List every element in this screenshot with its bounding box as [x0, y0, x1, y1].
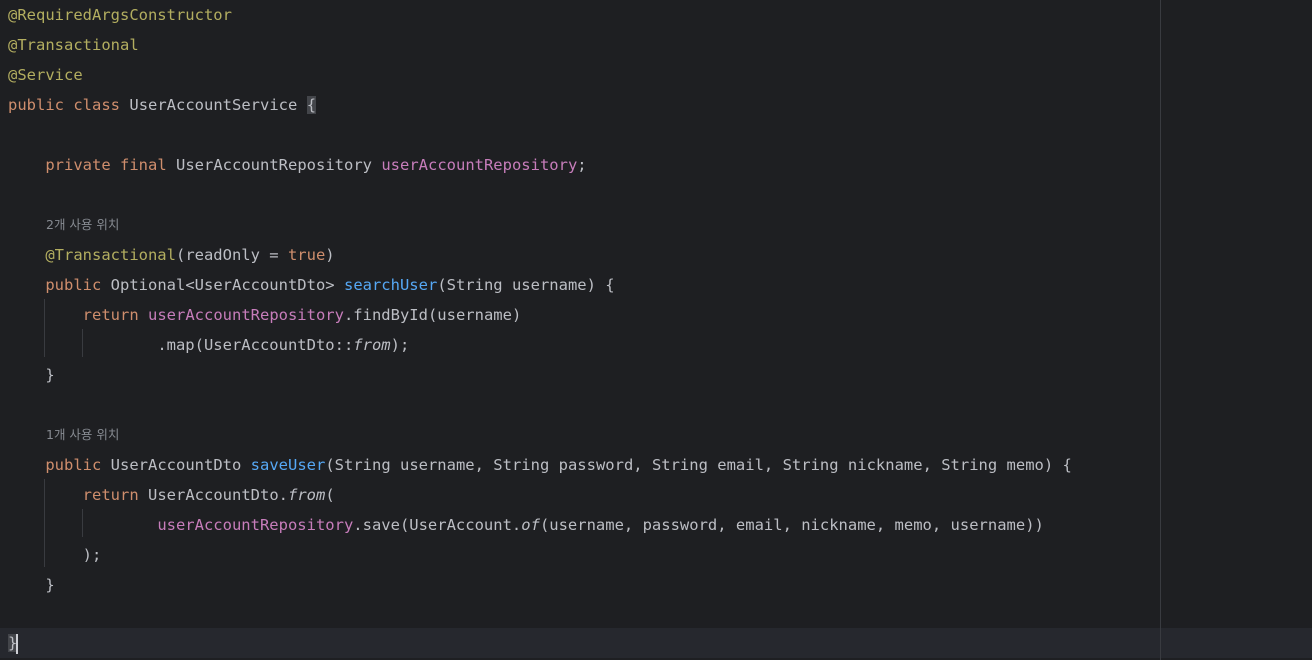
- method-call: .save(UserAccount.: [353, 516, 522, 534]
- code-line-21[interactable]: }: [8, 628, 19, 658]
- code-line-3[interactable]: @Service: [8, 60, 83, 90]
- code-line-18[interactable]: );: [8, 540, 102, 570]
- right-margin-guide: [1160, 0, 1161, 660]
- current-line-highlight: [0, 628, 1312, 658]
- method-params: (String username, String password, Strin…: [325, 456, 1072, 474]
- method-call: .map(UserAccountDto::: [157, 336, 354, 354]
- code-line-9[interactable]: public Optional<UserAccountDto> searchUs…: [8, 270, 615, 300]
- method-name: saveUser: [250, 456, 326, 474]
- closing-brace: }: [45, 576, 55, 594]
- keyword: class: [73, 96, 121, 114]
- class-name: UserAccountService: [129, 96, 298, 114]
- keyword: public: [8, 96, 64, 114]
- static-method-ref: from: [353, 336, 391, 354]
- text-caret: [16, 633, 19, 654]
- static-method: from: [287, 486, 326, 504]
- code-line-6[interactable]: private final UserAccountRepository user…: [8, 150, 587, 180]
- code-line-16[interactable]: return UserAccountDto.from(: [8, 480, 335, 510]
- code-line-12[interactable]: }: [8, 360, 55, 390]
- usages-inlay-hint[interactable]: 2개 사용 위치: [46, 210, 119, 240]
- keyword: return: [82, 306, 139, 324]
- keyword: final: [120, 156, 167, 174]
- code-line-19[interactable]: }: [8, 570, 55, 600]
- code-line-2[interactable]: @Transactional: [8, 30, 139, 60]
- annotation: @Transactional: [8, 36, 139, 54]
- method-name: searchUser: [343, 276, 438, 294]
- annotation: @Transactional: [45, 246, 176, 264]
- code-editor[interactable]: @RequiredArgsConstructor @Transactional …: [0, 0, 1312, 660]
- method-call: .findById(username): [343, 306, 522, 324]
- return-type: Optional<UserAccountDto>: [110, 276, 335, 294]
- call-end: );: [82, 546, 102, 564]
- keyword: true: [287, 246, 326, 264]
- code-line-10[interactable]: return userAccountRepository.findById(us…: [8, 300, 522, 330]
- code-line-8[interactable]: @Transactional(readOnly = true): [8, 240, 335, 270]
- semicolon: ;: [577, 156, 587, 174]
- keyword: private: [45, 156, 111, 174]
- return-type: UserAccountDto: [110, 456, 242, 474]
- annotation: @RequiredArgsConstructor: [8, 6, 232, 24]
- call-args: (username, password, email, nickname, me…: [539, 516, 1044, 534]
- keyword: return: [82, 486, 139, 504]
- code-line-15[interactable]: public UserAccountDto saveUser(String us…: [8, 450, 1072, 480]
- class-ref: UserAccountDto.: [148, 486, 288, 504]
- type-name: UserAccountRepository: [176, 156, 372, 174]
- annotation: @Service: [8, 66, 83, 84]
- keyword: public: [45, 276, 102, 294]
- code-line-1[interactable]: @RequiredArgsConstructor: [8, 0, 232, 30]
- keyword: public: [45, 456, 102, 474]
- field-name: userAccountRepository: [381, 156, 578, 174]
- closing-brace: }: [45, 366, 55, 384]
- matched-brace: {: [306, 96, 317, 114]
- field-name: userAccountRepository: [148, 306, 344, 324]
- paren-close: ): [325, 246, 335, 264]
- static-method: of: [521, 516, 540, 534]
- annotation-args: (readOnly =: [175, 246, 288, 264]
- method-params: (String username) {: [437, 276, 615, 294]
- code-line-11[interactable]: .map(UserAccountDto::from);: [8, 330, 409, 360]
- code-line-17[interactable]: userAccountRepository.save(UserAccount.o…: [8, 510, 1044, 540]
- field-name: userAccountRepository: [157, 516, 354, 534]
- call-end: );: [390, 336, 410, 354]
- paren-open: (: [325, 486, 335, 504]
- usages-inlay-hint[interactable]: 1개 사용 위치: [46, 420, 119, 450]
- code-line-4[interactable]: public class UserAccountService {: [8, 90, 317, 120]
